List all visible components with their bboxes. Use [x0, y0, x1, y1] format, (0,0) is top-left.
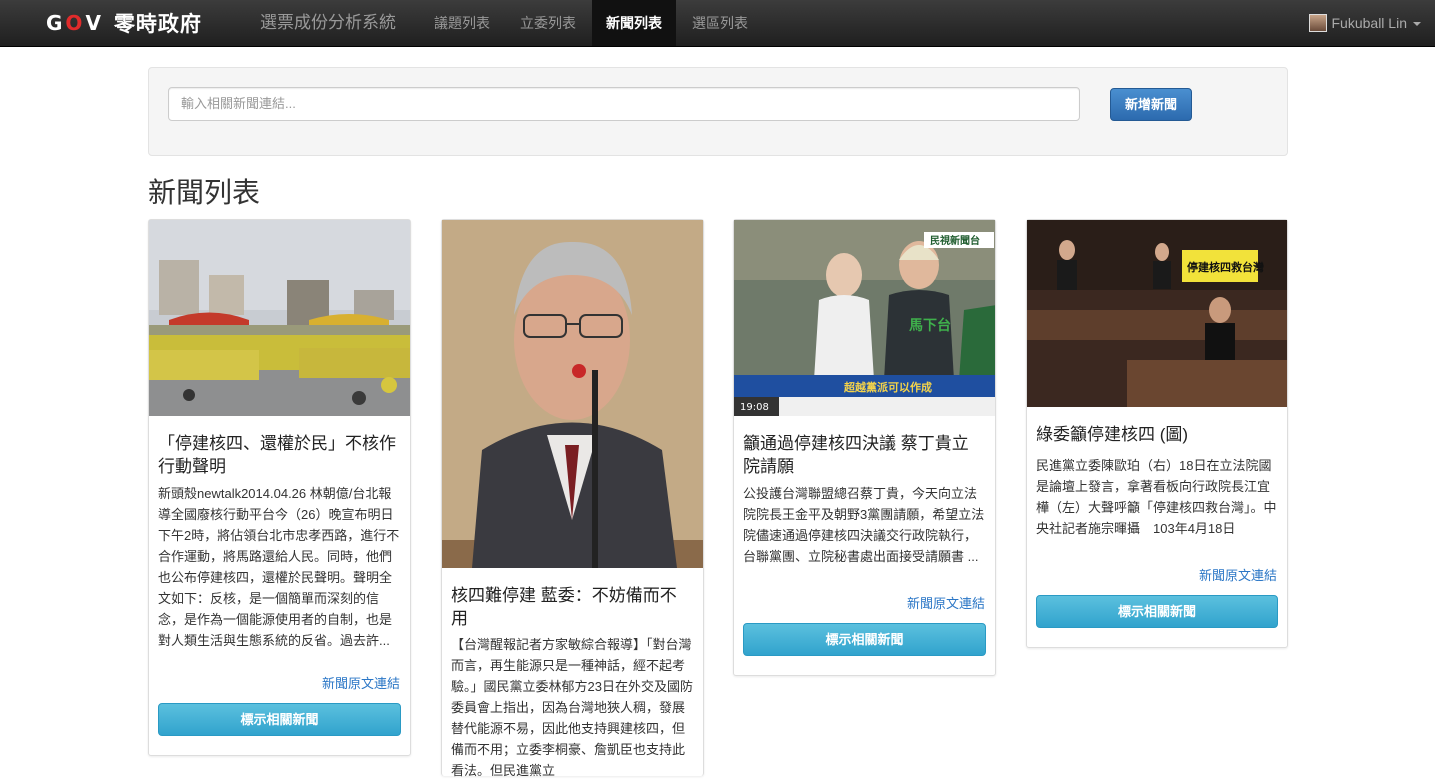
- news-description: 公投護台灣聯盟總召蔡丁貴，今天向立法院院長王金平及朝野3黨團請願，希望立法院儘速…: [743, 486, 985, 564]
- svg-text:民視新聞台: 民視新聞台: [930, 234, 980, 247]
- news-title[interactable]: 核四難停建 藍委：不妨備而不用: [451, 584, 693, 630]
- app-title[interactable]: 選票成份分析系統: [260, 0, 396, 46]
- news-source-link[interactable]: 新聞原文連結: [1199, 565, 1277, 584]
- news-url-input[interactable]: 輸入相關新聞連結...: [168, 87, 1080, 121]
- news-title[interactable]: 「停建核四、還權於民」不核作行動聲明: [158, 432, 400, 478]
- add-news-button[interactable]: 新增新聞: [1110, 88, 1192, 121]
- news-card: 停建核四救台灣 綠委籲停建核四 (圖) 民進黨立委陳歐珀（右）18日在立法院國是…: [1026, 219, 1288, 648]
- news-image[interactable]: [442, 220, 703, 568]
- avatar: [1308, 14, 1327, 32]
- svg-text:超越黨派可以作成: 超越黨派可以作成: [843, 380, 932, 394]
- brand-logo[interactable]: GOV 零時政府: [46, 8, 202, 38]
- news-description: 【台灣醒報記者方家敏綜合報導】「對台灣而言，再生能源只是一種神話，經不起考驗。」…: [451, 637, 693, 778]
- news-image[interactable]: [149, 220, 410, 416]
- news-source-link[interactable]: 新聞原文連結: [907, 593, 985, 612]
- mark-related-news-button[interactable]: 標示相關新聞: [158, 703, 401, 736]
- protest-crowd-photo: [149, 220, 410, 416]
- nav-legislators[interactable]: 立委列表: [506, 0, 590, 46]
- news-card: 核四難停建 藍委：不妨備而不用 【台灣醒報記者方家敏綜合報導】「對台灣而言，再生…: [441, 219, 704, 778]
- nav-news[interactable]: 新聞列表: [592, 0, 676, 46]
- user-name: Fukuball Lin: [1331, 15, 1408, 31]
- top-navbar: GOV 零時政府 選票成份分析系統 議題列表 立委列表 新聞列表 選區列表 Fu…: [0, 0, 1435, 47]
- news-image[interactable]: 馬下台 民視新聞台 超越黨派可以作成 19:08: [734, 220, 995, 416]
- user-menu[interactable]: Fukuball Lin: [1308, 0, 1421, 46]
- nav-issues[interactable]: 議題列表: [420, 0, 504, 46]
- gov-logo-text: GOV: [46, 11, 104, 35]
- tv-news-screenshot: 馬下台 民視新聞台 超越黨派可以作成 19:08: [734, 220, 995, 416]
- mark-related-news-button[interactable]: 標示相關新聞: [743, 623, 986, 656]
- legislative-floor-photo: 停建核四救台灣: [1027, 220, 1287, 407]
- chevron-down-icon: [1413, 22, 1421, 26]
- news-title[interactable]: 籲通過停建核四決議 蔡丁貴立院請願: [743, 432, 985, 478]
- news-card: 馬下台 民視新聞台 超越黨派可以作成 19:08 籲通過停建核四決議 蔡丁貴立院…: [733, 219, 996, 676]
- svg-text:馬下台: 馬下台: [909, 317, 951, 334]
- news-source-link[interactable]: 新聞原文連結: [322, 673, 400, 692]
- news-title[interactable]: 綠委籲停建核四 (圖): [1036, 423, 1277, 446]
- news-description: 民進黨立委陳歐珀（右）18日在立法院國是論壇上發言，拿著看板向行政院長江宜樺（左…: [1036, 458, 1277, 536]
- svg-text:19:08: 19:08: [740, 402, 769, 413]
- nav-districts[interactable]: 選區列表: [678, 0, 762, 46]
- news-image[interactable]: 停建核四救台灣: [1027, 220, 1287, 407]
- page-title: 新聞列表: [148, 177, 261, 208]
- svg-text:停建核四救台灣: 停建核四救台灣: [1187, 260, 1264, 274]
- news-description: 新頭殼newtalk2014.04.26 林朝億/台北報導全國廢核行動平台今（2…: [158, 486, 400, 648]
- news-card: 「停建核四、還權於民」不核作行動聲明 新頭殼newtalk2014.04.26 …: [148, 219, 411, 756]
- legislator-portrait-photo: [442, 220, 703, 568]
- mark-related-news-button[interactable]: 標示相關新聞: [1036, 595, 1278, 628]
- brand-name: 零時政府: [113, 13, 202, 36]
